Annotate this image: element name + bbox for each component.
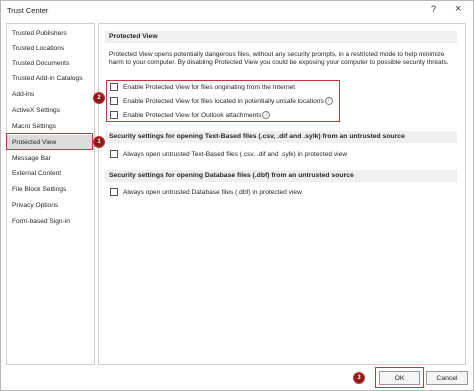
- step-badge-1: 1: [93, 136, 105, 148]
- step-badge-2: 2: [93, 92, 105, 104]
- title-bar: Trust Center ? ×: [1, 1, 473, 21]
- sidebar-item-external-content[interactable]: External Content: [7, 166, 94, 181]
- sidebar-item-add-ins[interactable]: Add-ins: [7, 87, 94, 102]
- highlight-protected-view-options: [106, 80, 340, 122]
- text-based-header: Security settings for opening Text-Based…: [105, 131, 457, 143]
- sidebar-item-message-bar[interactable]: Message Bar: [7, 151, 94, 166]
- option-database-label: Always open untrusted Database files (.d…: [123, 189, 302, 196]
- protected-view-header: Protected View: [105, 31, 457, 43]
- ok-button[interactable]: OK: [379, 371, 420, 385]
- highlight-protected-view: [6, 133, 93, 150]
- option-database[interactable]: Always open untrusted Database files (.d…: [110, 187, 302, 198]
- step-badge-3: 3: [353, 372, 365, 384]
- sidebar-item-file-block-settings[interactable]: File Block Settings: [7, 182, 94, 197]
- trust-center-dialog: Trust Center ? × Trusted Publishers Trus…: [0, 0, 474, 391]
- close-icon[interactable]: ×: [455, 3, 461, 15]
- checkbox-text-based[interactable]: [110, 149, 118, 158]
- option-text-based-label: Always open untrusted Text-Based files (…: [123, 151, 348, 158]
- protected-view-description: Protected View opens potentially dangero…: [109, 51, 449, 67]
- sidebar-item-activex-settings[interactable]: ActiveX Settings: [7, 103, 94, 118]
- sidebar-item-trusted-documents[interactable]: Trusted Documents: [7, 56, 94, 71]
- dialog-title: Trust Center: [7, 6, 49, 15]
- help-icon[interactable]: ?: [431, 4, 436, 14]
- option-text-based[interactable]: Always open untrusted Text-Based files (…: [110, 149, 347, 160]
- database-header: Security settings for opening Database f…: [105, 170, 457, 182]
- sidebar: Trusted Publishers Trusted Locations Tru…: [6, 23, 95, 365]
- sidebar-item-privacy-options[interactable]: Privacy Options: [7, 198, 94, 213]
- sidebar-item-trusted-locations[interactable]: Trusted Locations: [7, 41, 94, 56]
- sidebar-item-macro-settings[interactable]: Macro Settings: [7, 119, 94, 134]
- sidebar-item-form-based-sign-in[interactable]: Form-based Sign-in: [7, 214, 94, 229]
- settings-panel: Protected View Protected View opens pote…: [98, 23, 466, 365]
- checkbox-database[interactable]: [110, 187, 118, 196]
- sidebar-item-trusted-publishers[interactable]: Trusted Publishers: [7, 26, 94, 41]
- sidebar-item-trusted-add-in-catalogs[interactable]: Trusted Add-in Catalogs: [7, 71, 94, 86]
- cancel-button[interactable]: Cancel: [426, 371, 468, 385]
